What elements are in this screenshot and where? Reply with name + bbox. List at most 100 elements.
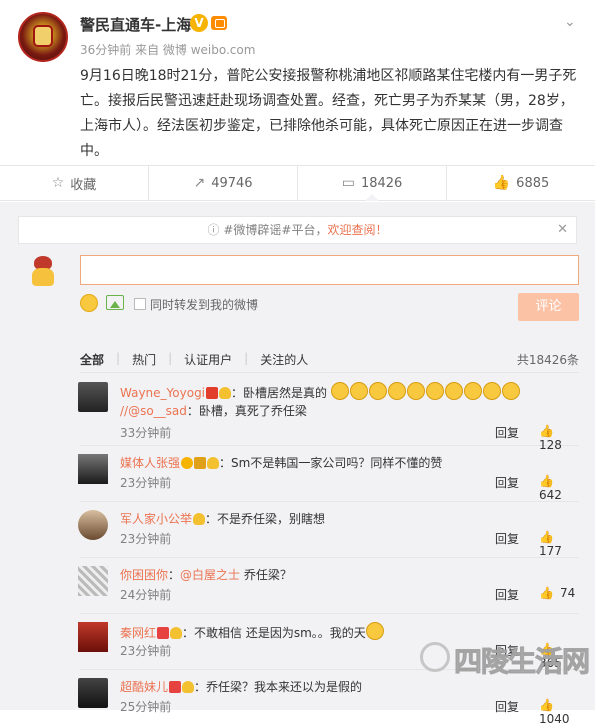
notice-link[interactable]: 欢迎查阅！: [327, 223, 387, 237]
comment-like-count: 1040: [539, 712, 570, 726]
rumor-notice[interactable]: ⓘ #微博辟谣#平台，欢迎查阅！ ✕: [18, 216, 577, 244]
author-name[interactable]: 警民直通车-上海: [80, 14, 191, 35]
comment-avatar[interactable]: [78, 622, 108, 652]
comment-username[interactable]: 军人家小公举: [120, 512, 192, 526]
author-avatar[interactable]: [18, 12, 68, 62]
comment-like-count: 642: [539, 488, 562, 502]
comment-text: 乔任梁？: [240, 568, 292, 582]
star-badge-icon: [206, 387, 219, 399]
comment-mention[interactable]: @白屋之士: [180, 568, 240, 582]
comment-mention[interactable]: //@so__sad: [120, 404, 187, 418]
repost-checkbox-label: 同时转发到我的微博: [150, 298, 259, 312]
comment-like-button[interactable]: 👍1040: [539, 698, 579, 726]
site-watermark: 四陵生活网: [420, 630, 595, 700]
bulb-badge-icon: [193, 513, 206, 525]
comment-text: ：乔任梁？我本来还以为是假的: [194, 680, 363, 694]
comment-item: 你困困你：@白屋之士 乔任梁？ 24分钟前 回复 👍 74: [78, 560, 579, 614]
comment-like-button[interactable]: 👍177: [539, 530, 579, 558]
comment-count: 18426: [360, 175, 403, 191]
verified-badge-icon: [181, 457, 194, 469]
tab-following[interactable]: 关注的人: [260, 351, 308, 368]
post-meta: 36分钟前 来自 微博 weibo.com: [80, 43, 256, 57]
like-count: 6885: [516, 175, 550, 191]
comment-total: 共18426条: [516, 353, 579, 367]
watermark-text: 四陵生活网: [453, 645, 590, 679]
reply-button[interactable]: 回复: [495, 586, 519, 603]
like-button[interactable]: 👍 6885: [447, 166, 595, 200]
red-badge-icon: [157, 627, 170, 639]
comment-avatar[interactable]: [78, 566, 108, 596]
my-avatar: [28, 254, 58, 286]
bulb-badge-icon: [170, 627, 183, 639]
comment-text: ：Sm不是韩国一家公司吗？同样不懂的赞: [219, 456, 443, 470]
comment-username[interactable]: 超酷妹儿: [120, 680, 168, 694]
close-icon[interactable]: ✕: [557, 217, 568, 243]
comment-avatar[interactable]: [78, 678, 108, 708]
bulb-badge-icon: [182, 681, 195, 693]
comment-username[interactable]: 秦网红: [120, 626, 156, 640]
emoji-icon: [365, 622, 384, 640]
comment-button[interactable]: ▭ 18426: [298, 166, 447, 201]
share-icon: ↗: [193, 175, 206, 191]
comment-time: 33分钟前: [120, 426, 172, 440]
comment-item: 军人家小公举 ：不是乔任梁，别瞎想 23分钟前 回复 👍177: [78, 504, 579, 558]
comment-time: 24分钟前: [120, 588, 172, 602]
tab-verified[interactable]: 认证用户: [184, 351, 232, 368]
comment-like-button[interactable]: 👍 74: [539, 586, 575, 600]
comment-username[interactable]: 你困困你: [120, 568, 168, 582]
comment-avatar[interactable]: [78, 510, 108, 540]
comment-text: ：不敢相信 还是因为sm。。我的天: [182, 626, 366, 640]
favorite-label: 收藏: [70, 177, 97, 193]
notice-icon: ⓘ: [207, 223, 220, 237]
post-actions-bar: ☆ 收藏 ↗ 49746 ▭ 18426 👍 6885: [0, 165, 595, 201]
tab-hot[interactable]: 热门: [132, 351, 156, 368]
comment-text: ：卧槽居然是真的: [231, 386, 328, 400]
repost-button[interactable]: ↗ 49746: [149, 166, 298, 200]
comment-item: Wayne_Yoyogi ：卧槽居然是真的 //@so__sad：卧槽，真死了乔任…: [78, 376, 579, 452]
weibo-post: 警民直通车-上海 V ⌄ 36分钟前 来自 微博 weibo.com 9月16日…: [0, 0, 595, 165]
repost-checkbox[interactable]: [134, 298, 146, 310]
comment-like-count: 177: [539, 544, 562, 558]
comment-input[interactable]: [80, 255, 579, 285]
comment-like-count: 74: [559, 586, 576, 600]
comment-time: 23分钟前: [120, 532, 172, 546]
watermark-logo-icon: [420, 642, 450, 672]
comment-icon: ▭: [341, 175, 355, 191]
comment-time: 23分钟前: [120, 476, 172, 490]
submit-comment-button[interactable]: 评论: [518, 293, 579, 321]
comment-username[interactable]: 媒体人张强: [120, 456, 180, 470]
tab-all[interactable]: 全部: [80, 351, 104, 368]
comment-like-button[interactable]: 👍642: [539, 474, 579, 502]
comment-text: ：不是乔任梁，别瞎想: [205, 512, 326, 526]
thumb-up-icon: 👍: [539, 586, 554, 600]
reply-button[interactable]: 回复: [495, 424, 519, 441]
repost-count: 49746: [211, 175, 253, 191]
bulb-badge-icon: [207, 457, 220, 469]
comment-time: 25分钟前: [120, 700, 172, 714]
crying-emoji-icon: [330, 382, 349, 400]
comment-filter-tabs: 全部 | 热门 | 认证用户 | 关注的人: [80, 351, 309, 368]
reply-button[interactable]: 回复: [495, 530, 519, 547]
reply-button[interactable]: 回复: [495, 698, 519, 715]
comment-item: 媒体人张强 ：Sm不是韩国一家公司吗？同样不懂的赞 23分钟前 回复 👍642: [78, 448, 579, 502]
verified-badge-icon: V: [190, 14, 208, 32]
comment-time: 23分钟前: [120, 644, 172, 658]
post-text: 9月16日晚18时21分，普陀公安接报警称桃浦地区祁顺路某住宅楼内有一男子死亡。…: [80, 68, 577, 159]
comment-avatar[interactable]: [78, 382, 108, 412]
red-badge-icon: [169, 681, 182, 693]
notice-prefix: #微博辟谣#平台，: [223, 223, 328, 237]
star-icon: ☆: [51, 175, 65, 191]
image-icon[interactable]: [106, 295, 124, 310]
reply-button[interactable]: 回复: [495, 474, 519, 491]
gold-badge-icon: [194, 457, 207, 469]
chevron-down-icon[interactable]: ⌄: [564, 14, 578, 30]
comment-username[interactable]: Wayne_Yoyogi: [120, 386, 205, 400]
emoji-icon[interactable]: [80, 294, 98, 312]
thumb-up-icon: 👍: [539, 424, 554, 438]
thumb-up-icon: 👍: [539, 530, 554, 544]
member-badge-icon: [211, 16, 227, 30]
comment-avatar[interactable]: [78, 454, 108, 484]
favorite-button[interactable]: ☆ 收藏: [0, 166, 149, 200]
thumb-up-icon: 👍: [492, 175, 511, 191]
thumb-up-icon: 👍: [539, 474, 554, 488]
